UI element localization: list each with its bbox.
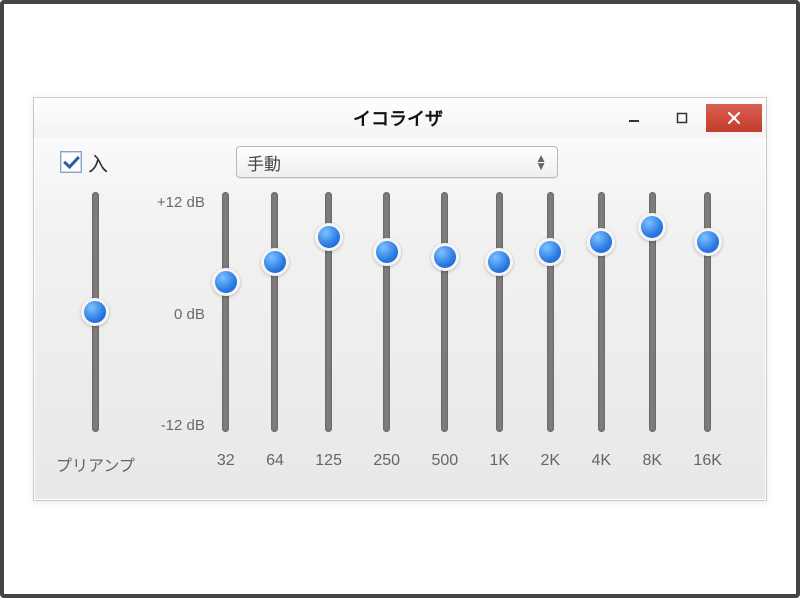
band-label: 32 [217,452,235,470]
scale-mid: 0 dB [145,306,205,323]
band-slider[interactable] [325,192,332,432]
band-label: 16K [693,452,721,470]
preamp-slider[interactable] [92,192,99,432]
band-label: 250 [373,452,400,470]
band-slider[interactable] [704,192,711,432]
band-slider[interactable] [649,192,656,432]
band-label: 1K [490,452,510,470]
band-250: 250 [373,192,400,476]
band-1k: 1K [490,192,510,476]
select-spinner-icon: ▲▼ [535,154,547,170]
band-thumb[interactable] [212,268,240,296]
band-4k: 4K [591,192,611,476]
band-thumb[interactable] [536,238,564,266]
maximize-button[interactable] [658,104,706,132]
equalizer-area: プリアンプ +12 dB 0 dB -12 dB 32 [34,184,766,500]
band-thumb[interactable] [694,228,722,256]
band-slider[interactable] [222,192,229,432]
band-16k: 16K [693,192,721,476]
band-64: 64 [266,192,284,476]
band-slider[interactable] [441,192,448,432]
preamp-label: プリアンプ [56,452,135,476]
band-label: 125 [315,452,342,470]
band-thumb[interactable] [638,213,666,241]
band-label: 64 [266,452,284,470]
controls-row: 入 手動 ▲▼ [34,138,766,184]
band-thumb[interactable] [315,223,343,251]
enable-label: 入 [88,148,108,177]
band-slider[interactable] [496,192,503,432]
preamp-thumb[interactable] [81,298,109,326]
equalizer-window: イコライザ 入 手動 ▲▼ [33,97,767,501]
band-slider[interactable] [271,192,278,432]
window-title: イコライザ [194,105,602,131]
band-thumb[interactable] [261,248,289,276]
band-32: 32 [217,192,235,476]
band-slider[interactable] [598,192,605,432]
band-label: 8K [642,452,662,470]
maximize-icon [676,112,688,124]
band-label: 500 [431,452,458,470]
preamp-column: プリアンプ [56,192,135,476]
preset-select[interactable]: 手動 ▲▼ [236,146,558,178]
band-500: 500 [431,192,458,476]
band-8k: 8K [642,192,662,476]
band-slider[interactable] [547,192,554,432]
minimize-button[interactable] [610,104,658,132]
bands-column: 32 64 125 2 [217,192,744,476]
window-controls [602,104,762,132]
band-2k: 2K [541,192,561,476]
close-button[interactable] [706,104,762,132]
band-thumb[interactable] [485,248,513,276]
scale-min: -12 dB [145,417,205,434]
titlebar: イコライザ [34,98,766,138]
close-icon [727,111,741,125]
band-thumb[interactable] [587,228,615,256]
band-125: 125 [315,192,342,476]
band-thumb[interactable] [431,243,459,271]
band-slider[interactable] [383,192,390,432]
enable-checkbox-wrap[interactable]: 入 [60,148,108,177]
enable-checkbox[interactable] [60,151,82,173]
preset-selected-label: 手動 [247,150,281,175]
band-label: 4K [591,452,611,470]
band-thumb[interactable] [373,238,401,266]
band-label: 2K [541,452,561,470]
scale-max: +12 dB [145,194,205,211]
scale-column: +12 dB 0 dB -12 dB [145,192,205,436]
minimize-icon [628,112,640,124]
